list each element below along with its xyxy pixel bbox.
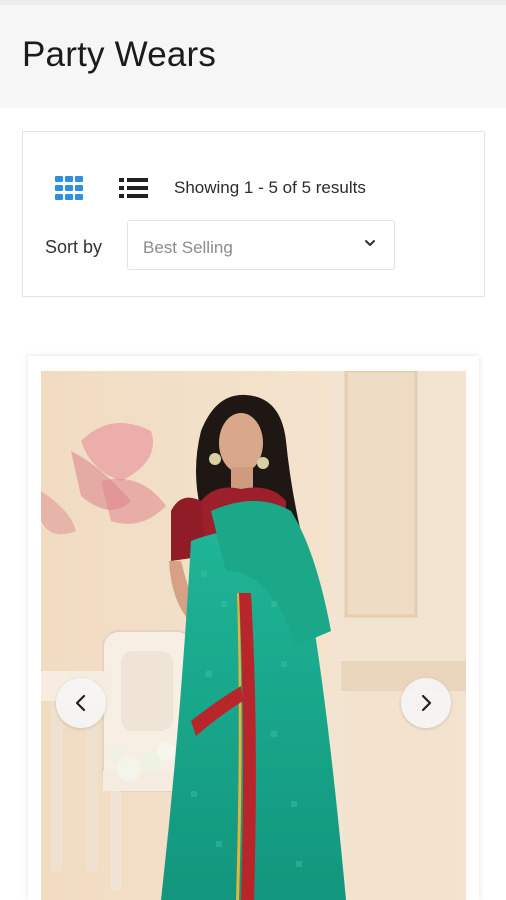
chevron-left-icon <box>75 694 86 712</box>
chevron-right-icon <box>421 694 432 712</box>
sort-select[interactable]: Best Selling <box>127 220 395 270</box>
product-image[interactable] <box>41 371 466 900</box>
chevron-down-icon <box>365 240 375 246</box>
grid-view-icon[interactable] <box>55 176 85 200</box>
sort-selected-value: Best Selling <box>143 238 233 257</box>
list-view-icon[interactable] <box>119 176 149 200</box>
carousel-prev-button[interactable] <box>56 678 106 728</box>
sort-label: Sort by <box>45 237 103 257</box>
product-card[interactable] <box>28 356 479 900</box>
page-header: Party Wears <box>0 0 506 108</box>
carousel-next-button[interactable] <box>401 678 451 728</box>
shop-toolbar: Showing 1 - 5 of 5 results Sort by Best … <box>22 131 485 297</box>
page-title: Party Wears <box>22 35 217 74</box>
results-count: Showing 1 - 5 of 5 results <box>174 178 366 197</box>
